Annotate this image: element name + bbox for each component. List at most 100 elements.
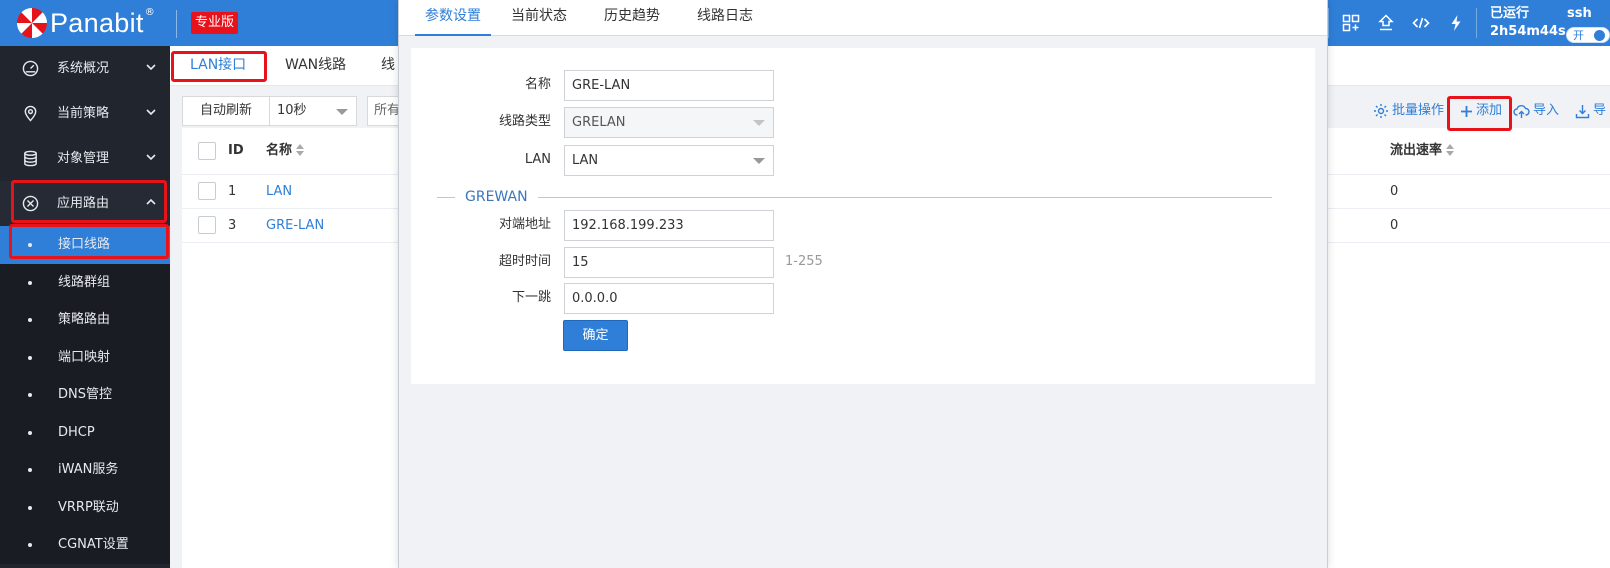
section-title: GREWAN — [465, 189, 528, 205]
tab-parameter-settings[interactable]: 参数设置 — [415, 0, 491, 36]
sidebar-item-object-management[interactable]: 对象管理 — [0, 136, 170, 181]
peer-address-label: 对端地址 — [498, 217, 551, 232]
sidebar-item-label: 策略路由 — [58, 312, 111, 327]
grid-icon[interactable] — [1339, 11, 1363, 35]
import-button[interactable]: 导入 — [1513, 98, 1559, 124]
divider-line — [538, 197, 1272, 198]
bullet-icon — [28, 543, 32, 547]
chevron-down-icon — [146, 109, 156, 116]
bullet-icon — [28, 505, 32, 510]
topbar-icon-group — [1339, 0, 1479, 46]
toggle-knob — [1594, 30, 1605, 41]
plus-icon — [1461, 105, 1472, 117]
sidebar-item-label: 应用路由 — [57, 196, 110, 211]
next-hop-field[interactable]: 0.0.0.0 — [564, 283, 774, 314]
chevron-up-icon — [146, 198, 156, 205]
logo[interactable]: Panabit ® — [16, 6, 155, 40]
confirm-button[interactable]: 确定 — [563, 320, 628, 351]
bullet-icon — [28, 355, 32, 360]
divider-line — [437, 197, 455, 198]
sidebar-item-app-routing[interactable]: 应用路由 — [0, 181, 170, 226]
lan-select[interactable]: LAN — [564, 145, 774, 176]
sidebar-item-label: 当前策略 — [57, 106, 110, 121]
ssh-toggle[interactable]: 开 — [1566, 27, 1610, 43]
sidebar-item-label: CGNAT设置 — [58, 537, 129, 552]
name-label: 名称 — [524, 77, 551, 92]
sidebar-item-cgnat[interactable]: CGNAT设置 — [0, 526, 170, 564]
chevron-down-icon — [146, 154, 156, 161]
route-circle-icon — [22, 195, 39, 212]
sidebar-item-label: DHCP — [58, 424, 95, 440]
sidebar-item-current-policy[interactable]: 当前策略 — [0, 91, 170, 136]
registered-mark: ® — [144, 6, 155, 18]
sidebar-item-vrrp[interactable]: VRRP联动 — [0, 488, 170, 526]
row-checkbox[interactable] — [198, 182, 216, 200]
row-out-rate: 0 — [1390, 184, 1399, 199]
sidebar-item-iwan-service[interactable]: iWAN服务 — [0, 451, 170, 489]
export-button[interactable]: 导 — [1575, 98, 1606, 124]
select-all-checkbox[interactable] — [198, 142, 216, 160]
sidebar-item-interface-lines[interactable]: 接口线路 — [0, 226, 170, 264]
code-icon[interactable] — [1409, 11, 1433, 35]
tab-line-log[interactable]: 线路日志 — [697, 0, 753, 36]
brand-name: Panabit — [50, 7, 144, 38]
uptime-display: 已运行 2h54m44s — [1490, 5, 1566, 41]
row-id: 1 — [228, 184, 237, 199]
next-hop-label: 下一跳 — [511, 290, 551, 305]
sidebar-item-label: 系统概况 — [57, 61, 110, 76]
settings-form: 名称 GRE-LAN 线路类型 GRELAN LAN LAN GREWAN 对端… — [411, 48, 1315, 384]
col-header-name[interactable]: 名称 — [266, 128, 305, 174]
tab-history-trend[interactable]: 历史趋势 — [604, 0, 660, 36]
sort-icon — [296, 143, 305, 156]
bullet-icon — [28, 318, 32, 322]
timeout-field[interactable]: 15 — [564, 247, 774, 278]
col-header-id: ID — [228, 143, 244, 158]
tab-partial[interactable]: 线 — [381, 46, 395, 86]
chevron-down-icon — [146, 64, 156, 71]
sidebar-item-label: 对象管理 — [57, 151, 110, 166]
export-label: 导 — [1593, 103, 1607, 118]
line-type-label: 线路类型 — [498, 114, 551, 129]
batch-operation-button[interactable]: 批量操作 — [1373, 98, 1444, 124]
download-icon — [1575, 104, 1590, 118]
row-name-link[interactable]: GRE-LAN — [266, 209, 324, 242]
tab-wan-lines[interactable]: WAN线路 — [285, 46, 346, 86]
ssh-label: ssh — [1567, 6, 1592, 21]
col-header-out-rate[interactable]: 流出速率 — [1390, 128, 1455, 174]
sidebar-item-line-groups[interactable]: 线路群组 — [0, 263, 170, 301]
upload-icon[interactable] — [1374, 11, 1398, 35]
sort-icon — [1446, 143, 1455, 156]
uptime-value: 2h54m44s — [1490, 24, 1566, 39]
tab-current-status[interactable]: 当前状态 — [511, 0, 567, 36]
sidebar-item-port-mapping[interactable]: 端口映射 — [0, 338, 170, 376]
sidebar-item-policy-routing[interactable]: 策略路由 — [0, 301, 170, 339]
col-header-out-rate-label: 流出速率 — [1390, 143, 1443, 158]
tab-lan-interface[interactable]: LAN接口 — [190, 46, 246, 86]
sidebar-item-dns-control[interactable]: DNS管控 — [0, 376, 170, 414]
sidebar-item-system-overview[interactable]: 系统概况 — [0, 46, 170, 91]
sidebar-item-label: 线路群组 — [58, 274, 111, 290]
gauge-icon — [22, 60, 39, 77]
row-checkbox[interactable] — [198, 216, 216, 234]
add-button[interactable]: 添加 — [1460, 98, 1502, 124]
bullet-icon — [28, 468, 32, 472]
line-type-value: GRELAN — [572, 115, 626, 130]
cloud-upload-icon — [1513, 104, 1530, 118]
sidebar-item-dhcp[interactable]: DHCP — [0, 413, 170, 451]
sidebar-item-label: VRRP联动 — [58, 499, 119, 515]
chevron-down-icon — [753, 158, 765, 164]
add-label: 添加 — [1476, 103, 1503, 118]
bullet-icon — [28, 430, 32, 435]
lan-value: LAN — [572, 153, 599, 168]
name-field[interactable]: GRE-LAN — [564, 70, 774, 101]
dialog-tabs: 参数设置 当前状态 历史趋势 线路日志 — [399, 0, 1327, 36]
peer-address-field[interactable]: 192.168.199.233 — [564, 210, 774, 241]
bullet-icon — [28, 393, 32, 397]
row-out-rate: 0 — [1390, 218, 1399, 233]
line-settings-dialog: 参数设置 当前状态 历史趋势 线路日志 名称 GRE-LAN 线路类型 GREL… — [398, 0, 1328, 568]
bolt-icon[interactable] — [1444, 11, 1468, 35]
sidebar-item-label: DNS管控 — [58, 387, 112, 402]
timeout-hint: 1-255 — [785, 254, 823, 269]
row-name-link[interactable]: LAN — [266, 175, 292, 208]
bullet-icon — [28, 280, 32, 285]
